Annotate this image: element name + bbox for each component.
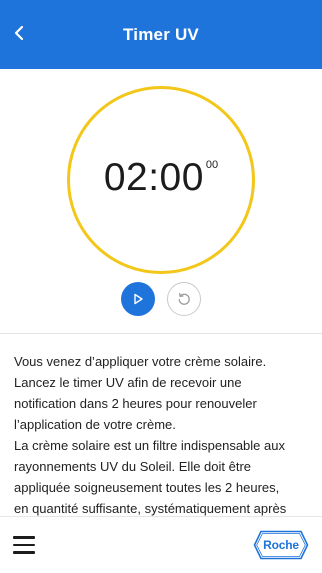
timer-seconds: 00 [205,159,219,171]
description-line: Vous venez d’appliquer votre crème solai… [14,354,267,369]
description-text: Vous venez d’appliquer votre crème solai… [14,351,314,519]
description-line: rayonnements UV du Soleil. Elle doit êtr… [14,459,252,474]
timer-area: 02:00 00 [0,69,322,333]
description-line: appliquée soigneusement toutes les 2 heu… [14,480,280,495]
hamburger-menu-icon [13,543,35,546]
divider [0,333,322,334]
page-title: Timer UV [123,24,199,44]
back-button[interactable] [10,22,28,44]
menu-button[interactable] [13,536,35,554]
description-line: La crème solaire est un filtre indispens… [14,438,285,453]
chevron-left-icon [14,25,24,41]
description-line: Lancez le timer UV afin de recevoir une [14,375,242,390]
play-button[interactable] [121,282,155,316]
bottom-bar: Roche [0,516,322,573]
timer-ring: 02:00 00 [67,86,255,274]
hamburger-menu-icon [13,551,35,554]
roche-logo: Roche [253,530,309,560]
description-line: notification dans 2 heures pour renouvel… [14,396,257,411]
description-line: l’application de votre crème. [14,417,176,432]
hamburger-menu-icon [13,536,35,539]
reset-icon [178,292,190,305]
reset-button[interactable] [167,282,201,316]
logo-text: Roche [263,538,299,552]
app-header: Timer UV [0,0,322,69]
timer-time: 02:00 [103,156,204,199]
play-icon [134,293,143,305]
